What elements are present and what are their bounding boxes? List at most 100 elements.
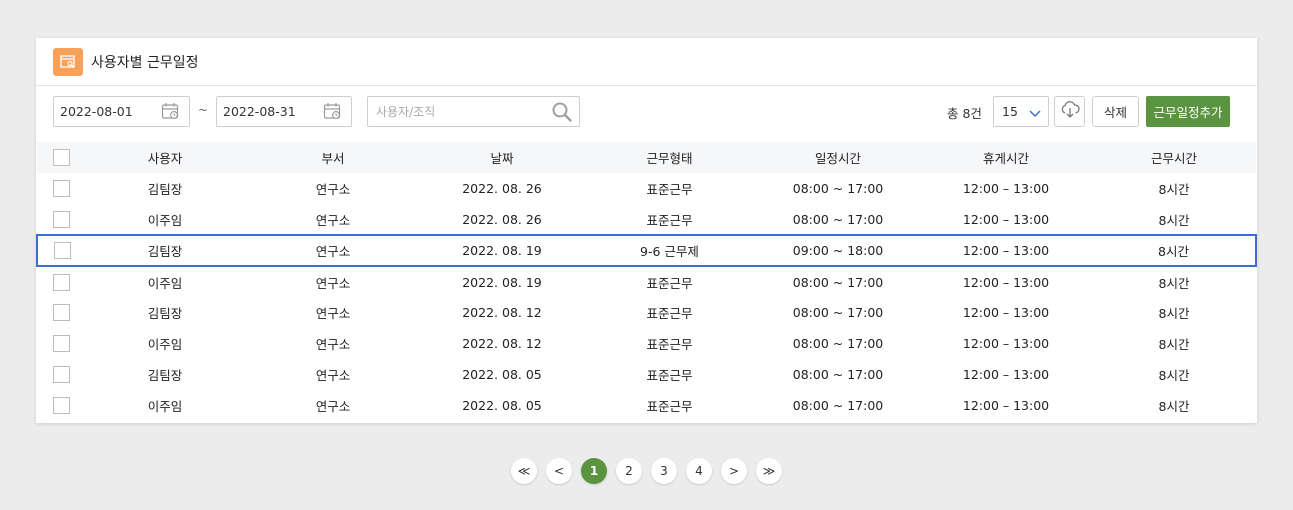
page-button-2[interactable]: 2	[616, 458, 642, 484]
delete-button[interactable]: 삭제	[1092, 96, 1139, 127]
date-range-separator: ~	[198, 103, 209, 117]
cell-break-time: 12:00 – 13:00	[962, 336, 1050, 351]
row-checkbox-cell	[37, 266, 85, 297]
cell-user: 김팀장	[147, 368, 183, 383]
cell-user: 이주임	[147, 275, 183, 291]
cell-schedule-time: 08:00 ~ 17:00	[792, 305, 884, 320]
row-checkbox[interactable]	[53, 180, 70, 197]
cell-user: 김팀장	[147, 182, 183, 197]
row-checkbox[interactable]	[53, 210, 70, 228]
table-row[interactable]: 김팀장 연구소 2022. 08. 05 표준근무 08:00 ~ 17:00 12:00…	[37, 359, 1256, 390]
column-header-date: 날짜	[490, 151, 514, 166]
cell-work-type: 표준근무	[646, 399, 693, 414]
cell-work-hours: 8시간	[1158, 275, 1190, 291]
cell-department: 연구소	[315, 337, 351, 352]
table-row[interactable]: 김팀장 연구소 2022. 08. 19 9-6 근무제 09:00 ~ 18:00 12…	[36, 234, 1257, 267]
cell-break-time: 12:00 – 13:00	[962, 305, 1050, 320]
cell-department: 연구소	[315, 306, 351, 321]
column-header-user: 사용자	[147, 151, 183, 166]
table-row[interactable]: 김팀장 연구소 2022. 08. 12 표준근무 08:00 ~ 17:00 12:00…	[37, 297, 1256, 328]
row-checkbox[interactable]	[53, 304, 70, 321]
column-header-work-hours: 근무시간	[1150, 151, 1197, 166]
cell-date: 2022. 08. 05	[462, 367, 542, 382]
search-field	[367, 96, 580, 127]
row-checkbox-cell	[37, 359, 85, 390]
cell-work-type: 표준근무	[646, 182, 693, 197]
end-date-field[interactable]: 2022-08-31	[216, 96, 352, 127]
row-checkbox[interactable]	[53, 242, 71, 259]
page-button-4[interactable]: 4	[686, 458, 712, 484]
cell-user: 이주임	[147, 212, 183, 228]
cell-department: 연구소	[245, 234, 421, 267]
cell-work-type: 표준근무	[646, 275, 693, 291]
page-button-3[interactable]: 3	[651, 458, 677, 484]
cell-user: 김팀장	[85, 234, 245, 267]
table-body: 김팀장 연구소 2022. 08. 26 표준근무 08:00 ~ 17:00 12:00…	[36, 173, 1257, 421]
cell-date: 2022. 08. 12	[462, 336, 542, 351]
cell-user: 이주임	[147, 399, 183, 414]
cell-work-type: 표준근무	[646, 368, 693, 383]
cell-break-time: 12:00 – 13:00	[962, 367, 1050, 382]
calendar-icon[interactable]	[161, 102, 180, 124]
cell-date: 2022. 08. 26	[462, 211, 542, 227]
table-row[interactable]: 김팀장 연구소 2022. 08. 26 표준근무 08:00 ~ 17:00 12:00…	[37, 173, 1256, 204]
first-page-button[interactable]: ≪	[511, 458, 537, 484]
cell-work-hours: 8시간	[1158, 399, 1190, 414]
cell-work-hours: 8시간	[1158, 182, 1190, 197]
cell-schedule-time: 08:00 ~ 17:00	[792, 274, 884, 290]
page-button-1[interactable]: 1	[581, 458, 607, 484]
table-row[interactable]: 이주임 연구소 2022. 08. 05 표준근무 08:00 ~ 17:00 12:00…	[37, 390, 1256, 421]
cell-schedule-time: 08:00 ~ 17:00	[792, 398, 884, 413]
cell-user: 이주임	[147, 337, 183, 352]
start-date-field[interactable]: 2022-08-01	[53, 96, 190, 127]
last-page-button[interactable]: ≫	[756, 458, 782, 484]
search-icon[interactable]	[551, 101, 573, 127]
cell-department: 연구소	[315, 182, 351, 197]
next-page-button[interactable]: >	[721, 458, 747, 484]
prev-page-button[interactable]: <	[546, 458, 572, 484]
row-checkbox-cell	[37, 204, 85, 235]
row-checkbox[interactable]	[53, 397, 70, 414]
row-checkbox-cell	[37, 173, 85, 204]
row-checkbox[interactable]	[53, 366, 70, 383]
cell-user: 김팀장	[147, 306, 183, 321]
cell-date: 2022. 08. 05	[462, 398, 542, 413]
row-checkbox[interactable]	[53, 335, 70, 352]
cell-work-hours: 8시간	[1158, 337, 1190, 352]
search-input[interactable]	[376, 104, 546, 119]
row-checkbox-cell	[36, 234, 85, 267]
cell-date: 2022. 08. 12	[462, 305, 542, 320]
page-size-select[interactable]: 15	[993, 96, 1049, 127]
page-size-value: 15	[1002, 104, 1018, 119]
cell-work-hours: 8시간	[1158, 368, 1190, 383]
row-checkbox[interactable]	[53, 273, 70, 291]
table-row[interactable]: 이주임 연구소 2022. 08. 19 표준근무 08:00 ~ 17:00 12:00…	[37, 266, 1256, 297]
cell-date: 2022. 08. 26	[462, 181, 542, 196]
add-schedule-button[interactable]: 근무일정추가	[1146, 96, 1230, 127]
cell-work-type: 표준근무	[646, 337, 693, 352]
cell-department: 연구소	[315, 275, 351, 291]
pagination: ≪ < 1 2 3 4 > ≫	[511, 458, 791, 484]
cell-department: 연구소	[315, 368, 351, 383]
panel-header: 사용자별 근무일정	[36, 38, 1257, 86]
cloud-download-icon	[1060, 100, 1080, 123]
table-row[interactable]: 이주임 연구소 2022. 08. 12 표준근무 08:00 ~ 17:00 12:00…	[37, 328, 1256, 359]
cell-work-type: 9-6 근무제	[583, 234, 756, 267]
cell-break-time: 12:00 – 13:00	[920, 234, 1092, 267]
cell-schedule-time: 09:00 ~ 18:00	[756, 234, 920, 267]
schedule-table: 사용자 부서 날짜 근무형태 일정시간 휴게시간 근무시간 김팀장 연구소 2022…	[36, 142, 1257, 421]
row-checkbox-cell	[37, 390, 85, 421]
column-header-department: 부서	[321, 151, 345, 166]
end-date-value: 2022-08-31	[223, 104, 296, 119]
calendar-icon[interactable]	[323, 102, 342, 124]
cell-schedule-time: 08:00 ~ 17:00	[792, 336, 884, 351]
cell-department: 연구소	[315, 399, 351, 414]
download-button[interactable]	[1054, 96, 1085, 127]
table-row[interactable]: 이주임 연구소 2022. 08. 26 표준근무 08:00 ~ 17:00 12:00…	[37, 204, 1256, 235]
select-all-checkbox[interactable]	[53, 149, 70, 166]
schedule-panel: 사용자별 근무일정 2022-08-01 ~ 2022-08-31 총 8건 1…	[36, 38, 1257, 423]
toolbar: 2022-08-01 ~ 2022-08-31 총 8건 15	[36, 86, 1257, 142]
table-header-row: 사용자 부서 날짜 근무형태 일정시간 휴게시간 근무시간	[37, 142, 1256, 173]
column-header-break-time: 휴게시간	[982, 151, 1029, 166]
cell-schedule-time: 08:00 ~ 17:00	[792, 211, 884, 227]
